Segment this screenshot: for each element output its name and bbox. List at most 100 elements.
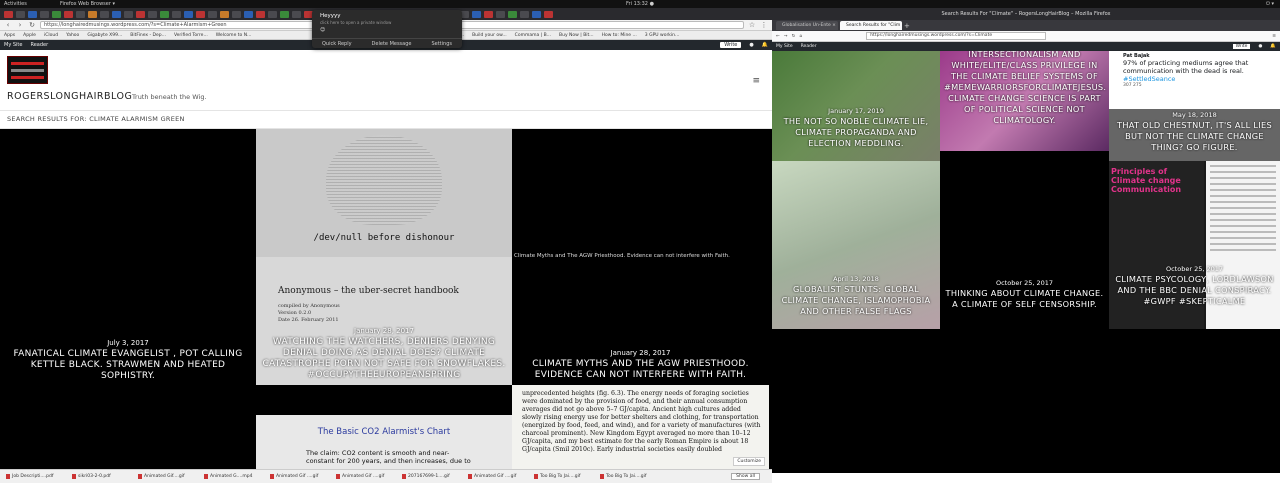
menu-icon[interactable]: ⋮ bbox=[760, 21, 768, 29]
tab-favicon-icon[interactable] bbox=[136, 10, 145, 18]
address-bar[interactable]: https://longhairedmusings.wordpress.com/… bbox=[866, 32, 1047, 40]
tab-favicon-icon[interactable] bbox=[160, 10, 169, 18]
post-title[interactable]: INTERSECTIONALISM AND WHITE/ELITE/CLASS … bbox=[944, 51, 1106, 126]
post-card[interactable]: INTERSECTIONALISM AND WHITE/ELITE/CLASS … bbox=[940, 51, 1109, 151]
my-site-link[interactable]: My Site bbox=[4, 42, 22, 48]
bookmark[interactable]: iCloud bbox=[44, 33, 58, 38]
tab-favicon-icon[interactable] bbox=[52, 10, 61, 18]
bookmark[interactable]: Build your ow... bbox=[472, 33, 507, 38]
post-title[interactable]: GLOBALIST STUNTS: GLOBAL CLIMATE CHANGE,… bbox=[776, 284, 936, 317]
site-logo[interactable] bbox=[7, 56, 48, 84]
write-button[interactable]: Write bbox=[720, 42, 742, 48]
tab-favicon-icon[interactable] bbox=[88, 10, 97, 18]
clock[interactable]: Fri 13:32 ● bbox=[620, 1, 660, 7]
download-item[interactable]: Too Big To Jai....gif bbox=[600, 474, 660, 479]
tab-favicon-icon[interactable] bbox=[292, 10, 301, 18]
bookmark[interactable]: Yahoo bbox=[66, 33, 79, 38]
star-icon[interactable]: ☆ bbox=[748, 21, 756, 29]
tab-favicon-icon[interactable] bbox=[256, 10, 265, 18]
notifications-icon[interactable]: 🔔 bbox=[762, 42, 768, 48]
reader-link[interactable]: Reader bbox=[30, 42, 48, 48]
post-card[interactable]: October 25, 2017 THINKING ABOUT CLIMATE … bbox=[940, 161, 1109, 329]
post-card[interactable]: unprecedented heights (fig. 6.3). The en… bbox=[512, 385, 769, 470]
bookmark[interactable]: Commama | B... bbox=[515, 33, 551, 38]
post-title[interactable]: THE NOT SO NOBLE CLIMATE LIE, CLIMATE PR… bbox=[776, 116, 936, 149]
tab-favicon-icon[interactable] bbox=[268, 10, 277, 18]
back-icon[interactable]: ‹ bbox=[4, 21, 12, 29]
download-item[interactable]: Animated G....mp4 bbox=[204, 474, 264, 479]
tab-favicon-icon[interactable] bbox=[244, 10, 253, 18]
tab-favicon-icon[interactable] bbox=[496, 10, 505, 18]
post-title[interactable]: THINKING ABOUT CLIMATE CHANGE. A CLIMATE… bbox=[944, 288, 1105, 310]
bookmark[interactable]: BitFinex - Dep... bbox=[130, 33, 166, 38]
post-card[interactable]: /dev/null before dishonour Anonymous – t… bbox=[256, 129, 512, 385]
reader-link[interactable]: Reader bbox=[801, 44, 817, 49]
bookmark[interactable]: How to: Mine ... bbox=[602, 33, 637, 38]
write-button[interactable]: Write bbox=[1232, 44, 1251, 49]
download-item[interactable]: 2071676­99-1....gif bbox=[402, 474, 462, 479]
forward-icon[interactable]: → bbox=[784, 34, 788, 39]
tab-favicon-icon[interactable] bbox=[220, 10, 229, 18]
tab-favicon-icon[interactable] bbox=[532, 10, 541, 18]
tab-favicon-icon[interactable] bbox=[172, 10, 181, 18]
bookmark[interactable]: Verified Torre... bbox=[174, 33, 208, 38]
tab-favicon-icon[interactable] bbox=[112, 10, 121, 18]
tab-favicon-icon[interactable] bbox=[544, 10, 553, 18]
tab-favicon-icon[interactable] bbox=[100, 10, 109, 18]
post-title[interactable]: FANATICAL CLIMATE EVANGELIST , POT CALLI… bbox=[6, 349, 250, 382]
menu-icon[interactable]: ≡ bbox=[1272, 34, 1276, 39]
post-card[interactable]: July 3, 2017 FANATICAL CLIMATE EVANGELIS… bbox=[0, 129, 256, 470]
tab-favicon-icon[interactable] bbox=[280, 10, 289, 18]
menu-icon[interactable]: ≡ bbox=[752, 76, 760, 86]
download-item[interactable]: sikri03-2-0.pdf bbox=[72, 474, 132, 479]
tab-favicon-icon[interactable] bbox=[232, 10, 241, 18]
customize-button[interactable]: Customize bbox=[733, 457, 765, 466]
app-menu[interactable]: Firefox Web Browser ▾ bbox=[60, 1, 140, 7]
download-item[interactable]: Animated Gif ....gif bbox=[468, 474, 528, 479]
notifications-icon[interactable]: 🔔 bbox=[1270, 44, 1276, 49]
post-card[interactable]: Pat Bajak 97% of practicing mediums agre… bbox=[1109, 51, 1280, 161]
post-title[interactable]: WATCHING THE WATCHERS, DENIERS DENYING D… bbox=[262, 337, 506, 381]
post-card[interactable]: The Basic CO2 Alarmist's Chart The claim… bbox=[256, 415, 512, 470]
tab-search-results[interactable]: Search Results for "Clim × bbox=[840, 21, 902, 30]
bookmark[interactable]: Gigabyte X99... bbox=[87, 33, 122, 38]
new-tab-icon[interactable]: + bbox=[904, 22, 910, 30]
notification-popup[interactable]: Heyyyy click here to open a private wind… bbox=[312, 10, 462, 48]
tab-favicon-icon[interactable] bbox=[124, 10, 133, 18]
bookmark[interactable]: Apps bbox=[4, 33, 15, 38]
bookmark[interactable]: Buy Now | Bit... bbox=[559, 33, 594, 38]
tab-favicon-icon[interactable] bbox=[16, 10, 25, 18]
post-card[interactable]: Climate Myths and The AGW Priesthood. Ev… bbox=[512, 129, 769, 385]
tab-favicon-icon[interactable] bbox=[472, 10, 481, 18]
reload-icon[interactable]: ↻ bbox=[792, 34, 796, 39]
post-title[interactable]: CLIMATE MYTHS AND THE AGW PRIESTHOOD. EV… bbox=[518, 359, 763, 381]
tab-favicon-icon[interactable] bbox=[196, 10, 205, 18]
show-all-button[interactable]: Show all bbox=[731, 473, 760, 480]
delete-message-button[interactable]: Delete Message bbox=[372, 41, 412, 47]
bookmark[interactable]: Welcome to N... bbox=[216, 33, 252, 38]
post-title[interactable]: THAT OLD CHESTNUT, IT'S ALL LIES BUT NOT… bbox=[1115, 120, 1274, 153]
download-item[interactable]: Animated Gif ....gif bbox=[336, 474, 396, 479]
download-item[interactable]: Too Big To Jai....gif bbox=[534, 474, 594, 479]
avatar[interactable]: ● bbox=[1258, 44, 1262, 49]
tab-favicon-icon[interactable] bbox=[508, 10, 517, 18]
tab-favicon-icon[interactable] bbox=[40, 10, 49, 18]
tab-favicon-icon[interactable] bbox=[184, 10, 193, 18]
avatar[interactable]: ● bbox=[749, 42, 753, 48]
tab-favicon-icon[interactable] bbox=[208, 10, 217, 18]
quick-reply-button[interactable]: Quick Reply bbox=[322, 41, 352, 47]
post-card[interactable]: January 17, 2019 THE NOT SO NOBLE CLIMAT… bbox=[772, 51, 940, 161]
bookmark[interactable]: 3 GPU workin... bbox=[645, 33, 680, 38]
tab-favicon-icon[interactable] bbox=[28, 10, 37, 18]
download-item[interactable]: Animated Gif ....gif bbox=[270, 474, 330, 479]
settings-button[interactable]: Settings bbox=[431, 41, 452, 47]
activities-button[interactable]: Activities bbox=[0, 1, 60, 7]
download-item[interactable]: Job Descripti....pdf bbox=[6, 474, 66, 479]
system-tray-icon[interactable]: ⏻ ▾ bbox=[1266, 1, 1274, 7]
back-icon[interactable]: ← bbox=[776, 34, 780, 39]
bookmark[interactable]: Apple bbox=[23, 33, 36, 38]
home-icon[interactable]: ⌂ bbox=[799, 34, 802, 39]
site-title[interactable]: ROGERSLONGHAIRBLOG bbox=[7, 91, 132, 102]
forward-icon[interactable]: › bbox=[16, 21, 24, 29]
tab-favicon-icon[interactable] bbox=[520, 10, 529, 18]
